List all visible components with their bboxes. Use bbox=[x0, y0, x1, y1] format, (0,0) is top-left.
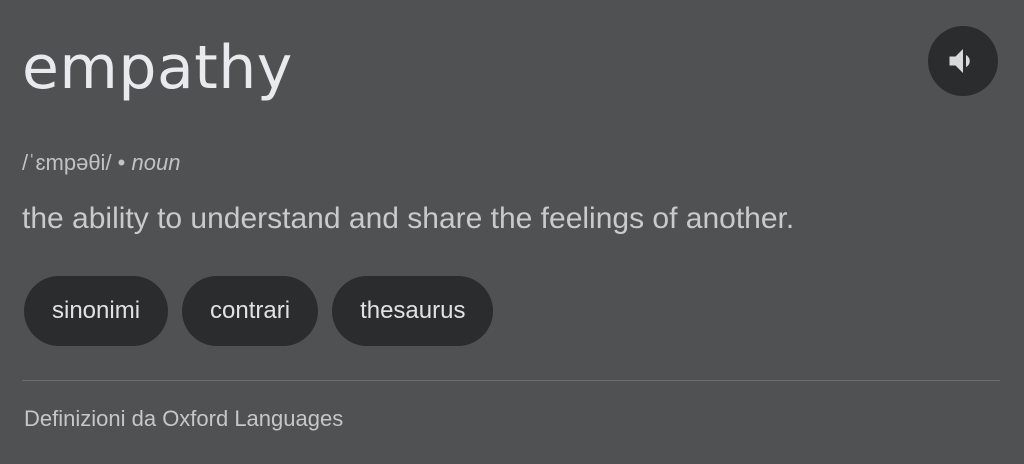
definition-text: the ability to understand and share the … bbox=[22, 202, 795, 235]
pronunciation-text: /ˈɛmpəθi/ bbox=[22, 150, 112, 175]
separator: • bbox=[111, 150, 132, 175]
divider bbox=[22, 380, 1000, 381]
source-attribution[interactable]: Definizioni da Oxford Languages bbox=[24, 404, 343, 434]
headword: empathy bbox=[22, 33, 293, 103]
chip-thesaurus[interactable]: thesaurus bbox=[332, 276, 494, 346]
part-of-speech: noun bbox=[131, 150, 181, 175]
pronunciation-line: /ˈɛmpəθi/ • noun bbox=[22, 148, 180, 178]
chip-contrari[interactable]: contrari bbox=[182, 276, 319, 346]
chip-sinonimi[interactable]: sinonimi bbox=[24, 276, 169, 346]
speaker-icon bbox=[949, 49, 970, 73]
dictionary-card: empathy /ˈɛmpəθi/ • noun the ability to … bbox=[0, 0, 1024, 464]
pronunciation-audio-button[interactable] bbox=[928, 26, 998, 96]
related-chips: sinonimi contrari thesaurus bbox=[24, 276, 494, 346]
